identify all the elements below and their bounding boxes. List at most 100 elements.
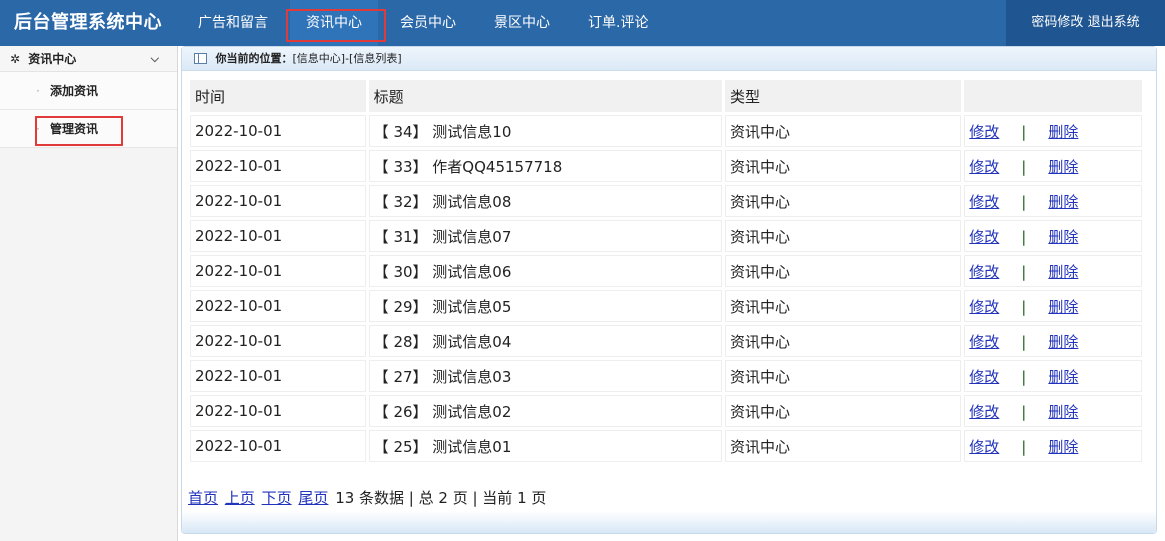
table-row: 2022-10-01 【 30】 测试信息06 资讯中心 修改 | 删除 (190, 255, 1142, 287)
cell-actions: 修改 | 删除 (964, 325, 1142, 357)
cell-actions: 修改 | 删除 (964, 115, 1142, 147)
delete-link[interactable]: 删除 (1048, 333, 1078, 351)
chevron-down-icon: ⌵ (150, 52, 159, 65)
cell-type: 资讯中心 (725, 290, 962, 322)
cell-time: 2022-10-01 (190, 325, 366, 357)
top-nav: 广告和留言 资讯中心 会员中心 景区中心 订单.评论 (182, 0, 670, 46)
cell-time: 2022-10-01 (190, 255, 366, 287)
sidebar-item-manage-news[interactable]: · 管理资讯 (0, 110, 177, 148)
cell-time: 2022-10-01 (190, 220, 366, 252)
cell-type: 资讯中心 (725, 115, 962, 147)
edit-link[interactable]: 修改 (969, 333, 999, 351)
cell-title: 【 33】 作者QQ45157718 (368, 150, 723, 182)
first-page-link[interactable]: 首页 (188, 489, 218, 507)
cell-type: 资讯中心 (725, 150, 962, 182)
cell-type: 资讯中心 (725, 395, 962, 427)
action-separator: | (1021, 367, 1027, 386)
tree-line-icon: · (36, 84, 40, 98)
breadcrumb-prefix: 你当前的位置： (215, 52, 293, 65)
edit-link[interactable]: 修改 (969, 368, 999, 386)
cell-title: 【 31】 测试信息07 (368, 220, 723, 252)
cell-type: 资讯中心 (725, 360, 962, 392)
delete-link[interactable]: 删除 (1048, 123, 1078, 141)
sidebar: ✲ 资讯中心 ⌵ · 添加资讯 · 管理资讯 (0, 46, 178, 541)
next-page-link[interactable]: 下页 (262, 489, 292, 507)
cell-time: 2022-10-01 (190, 150, 366, 182)
pagination-summary: 13 条数据 | 总 2 页 | 当前 1 页 (335, 489, 547, 507)
action-separator: | (1021, 157, 1027, 176)
edit-link[interactable]: 修改 (969, 438, 999, 456)
cell-title: 【 32】 测试信息08 (368, 185, 723, 217)
table-row: 2022-10-01 【 27】 测试信息03 资讯中心 修改 | 删除 (190, 360, 1142, 392)
app-logo-title: 后台管理系统中心 (14, 12, 162, 33)
sidebar-group-news[interactable]: ✲ 资讯中心 ⌵ (0, 46, 177, 72)
sidebar-item-label: 管理资讯 (50, 122, 99, 136)
table-row: 2022-10-01 【 34】 测试信息10 资讯中心 修改 | 删除 (190, 115, 1142, 147)
column-header-type: 类型 (725, 80, 962, 112)
nav-ads-messages[interactable]: 广告和留言 (182, 0, 284, 46)
table-body: 2022-10-01 【 34】 测试信息10 资讯中心 修改 | 删除 2022-10-0… (190, 115, 1142, 462)
table-row: 2022-10-01 【 25】 测试信息01 资讯中心 修改 | 删除 (190, 430, 1142, 462)
table-row: 2022-10-01 【 31】 测试信息07 资讯中心 修改 | 删除 (190, 220, 1142, 252)
delete-link[interactable]: 删除 (1048, 438, 1078, 456)
table-header-row: 时间 标题 类型 (190, 80, 1142, 112)
delete-link[interactable]: 删除 (1048, 228, 1078, 246)
password-change-link[interactable]: 密码修改 (1031, 15, 1083, 30)
column-header-title: 标题 (368, 80, 723, 112)
cell-title: 【 30】 测试信息06 (368, 255, 723, 287)
edit-link[interactable]: 修改 (969, 403, 999, 421)
sidebar-item-label: 添加资讯 (50, 84, 99, 98)
action-separator: | (1021, 332, 1027, 351)
cell-actions: 修改 | 删除 (964, 290, 1142, 322)
top-header: 后台管理系统中心 广告和留言 资讯中心 会员中心 景区中心 订单.评论 密码修改… (0, 0, 1165, 46)
delete-link[interactable]: 删除 (1048, 193, 1078, 211)
breadcrumb: 你当前的位置：[信息中心]-[信息列表] (182, 47, 1156, 71)
pagination: 首页 上页 下页 尾页 13 条数据 | 总 2 页 | 当前 1 页 (188, 487, 546, 508)
logout-link[interactable]: 退出系统 (1088, 15, 1140, 30)
nav-scenic-center[interactable]: 景区中心 (478, 0, 566, 46)
edit-link[interactable]: 修改 (969, 193, 999, 211)
cell-type: 资讯中心 (725, 325, 962, 357)
delete-link[interactable]: 删除 (1048, 158, 1078, 176)
cell-actions: 修改 | 删除 (964, 150, 1142, 182)
cell-title: 【 25】 测试信息01 (368, 430, 723, 462)
panel-footer (182, 511, 1156, 533)
edit-link[interactable]: 修改 (969, 123, 999, 141)
cell-actions: 修改 | 删除 (964, 255, 1142, 287)
nav-member-center[interactable]: 会员中心 (384, 0, 472, 46)
action-separator: | (1021, 402, 1027, 421)
cell-type: 资讯中心 (725, 185, 962, 217)
cell-actions: 修改 | 删除 (964, 395, 1142, 427)
account-links: 密码修改 退出系统 (1006, 0, 1165, 46)
nav-news-center[interactable]: 资讯中心 (286, 0, 386, 46)
cell-title: 【 28】 测试信息04 (368, 325, 723, 357)
edit-link[interactable]: 修改 (969, 298, 999, 316)
nav-orders-reviews[interactable]: 订单.评论 (572, 0, 664, 46)
delete-link[interactable]: 删除 (1048, 403, 1078, 421)
cell-type: 资讯中心 (725, 220, 962, 252)
delete-link[interactable]: 删除 (1048, 298, 1078, 316)
edit-link[interactable]: 修改 (969, 228, 999, 246)
delete-link[interactable]: 删除 (1048, 368, 1078, 386)
breadcrumb-path: [信息中心]-[信息列表] (292, 52, 402, 65)
edit-link[interactable]: 修改 (969, 158, 999, 176)
cell-time: 2022-10-01 (190, 430, 366, 462)
cell-title: 【 34】 测试信息10 (368, 115, 723, 147)
cell-title: 【 29】 测试信息05 (368, 290, 723, 322)
edit-link[interactable]: 修改 (969, 263, 999, 281)
cell-actions: 修改 | 删除 (964, 360, 1142, 392)
delete-link[interactable]: 删除 (1048, 263, 1078, 281)
last-page-link[interactable]: 尾页 (298, 489, 328, 507)
action-separator: | (1021, 122, 1027, 141)
news-table: 时间 标题 类型 2022-10-01 【 34】 测试信息10 资讯中心 修改 | 删除… (187, 77, 1145, 465)
sidebar-item-add-news[interactable]: · 添加资讯 (0, 72, 177, 110)
column-header-actions (964, 80, 1142, 112)
cell-time: 2022-10-01 (190, 185, 366, 217)
table-row: 2022-10-01 【 33】 作者QQ45157718 资讯中心 修改 | 删除 (190, 150, 1142, 182)
cell-title: 【 27】 测试信息03 (368, 360, 723, 392)
cell-actions: 修改 | 删除 (964, 430, 1142, 462)
sidebar-group-label: 资讯中心 (28, 52, 77, 66)
cell-time: 2022-10-01 (190, 395, 366, 427)
gear-icon: ✲ (10, 52, 21, 66)
prev-page-link[interactable]: 上页 (225, 489, 255, 507)
